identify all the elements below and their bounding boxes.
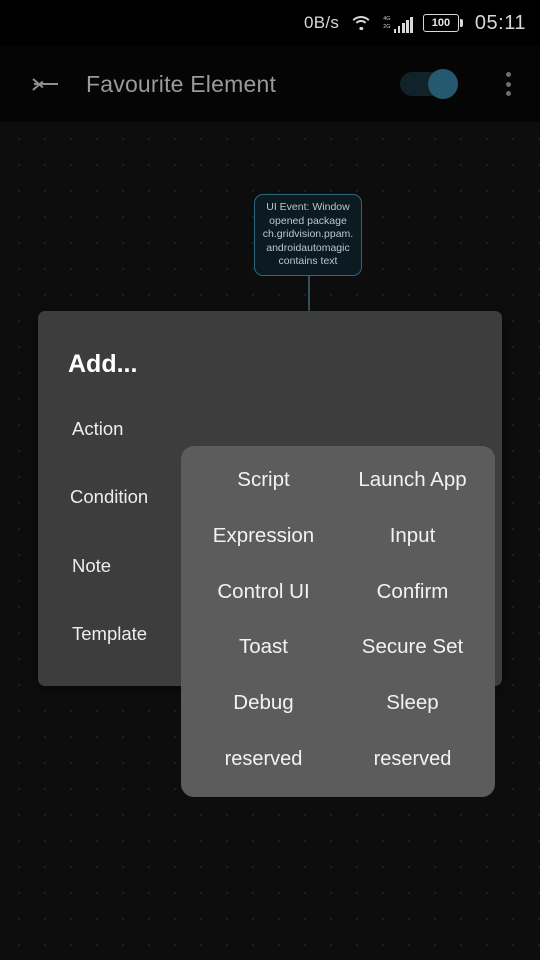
overflow-dot	[505, 91, 511, 96]
submenu-item-confirm[interactable]: Confirm	[338, 564, 487, 620]
signal-label-2g: 2G	[383, 24, 391, 30]
network-speed-text: 0B/s	[304, 13, 340, 32]
submenu-item-control-ui[interactable]: Control UI	[189, 564, 338, 620]
app-bar: Favourite Element	[0, 46, 540, 122]
toggle-thumb	[428, 69, 458, 99]
trigger-node[interactable]: UI Event: Window opened package ch.gridv…	[254, 194, 362, 276]
category-item-template[interactable]: Template	[38, 600, 182, 668]
phone-screen: 0B/s 4G 2G 100 05:11 Favourite Element U…	[0, 0, 540, 960]
enable-toggle[interactable]	[400, 69, 458, 99]
submenu-item-debug[interactable]: Debug	[189, 675, 338, 731]
trigger-node-label: UI Event: Window opened package ch.gridv…	[262, 201, 354, 268]
submenu-item-sleep[interactable]: Sleep	[338, 675, 487, 731]
category-item-action[interactable]: Action	[38, 395, 182, 463]
battery-level-text: 100	[431, 16, 451, 29]
submenu-item-script[interactable]: Script	[189, 452, 338, 508]
signal-label-4g: 4G	[383, 16, 391, 22]
back-button[interactable]	[18, 56, 74, 112]
connector-line-top	[308, 276, 310, 312]
add-menu-category-list: Add... Action Condition Note Template	[38, 311, 182, 686]
status-bar: 0B/s 4G 2G 100 05:11	[0, 0, 540, 46]
add-menu-title: Add...	[68, 349, 138, 378]
page-title: Favourite Element	[86, 70, 277, 97]
submenu-item-expression[interactable]: Expression	[189, 508, 338, 564]
add-menu-dialog: Add... Action Condition Note Template Sc…	[38, 311, 502, 797]
submenu-item-secure-set[interactable]: Secure Set	[338, 619, 487, 675]
battery-icon: 100	[422, 14, 463, 32]
wifi-icon	[349, 14, 374, 32]
category-item-note[interactable]: Note	[38, 532, 182, 600]
submenu-item-launch-app[interactable]: Launch App	[338, 452, 487, 508]
overflow-menu-button[interactable]	[484, 56, 532, 112]
overflow-dot	[505, 81, 511, 87]
cellular-signal-icon: 4G 2G	[383, 13, 413, 33]
submenu-item-input[interactable]: Input	[338, 508, 487, 564]
add-menu-submenu-grid: Script Launch App Expression Input Contr…	[181, 446, 495, 797]
submenu-item-toast[interactable]: Toast	[189, 619, 338, 675]
back-arrow-icon	[32, 74, 60, 94]
category-item-condition[interactable]: Condition	[38, 463, 182, 531]
flow-canvas[interactable]: UI Event: Window opened package ch.gridv…	[0, 122, 540, 960]
submenu-item-reserved-left[interactable]: reserved	[189, 731, 338, 787]
status-bar-clock: 05:11	[474, 11, 526, 34]
submenu-item-reserved-right[interactable]: reserved	[338, 731, 487, 787]
overflow-dot	[505, 72, 511, 77]
